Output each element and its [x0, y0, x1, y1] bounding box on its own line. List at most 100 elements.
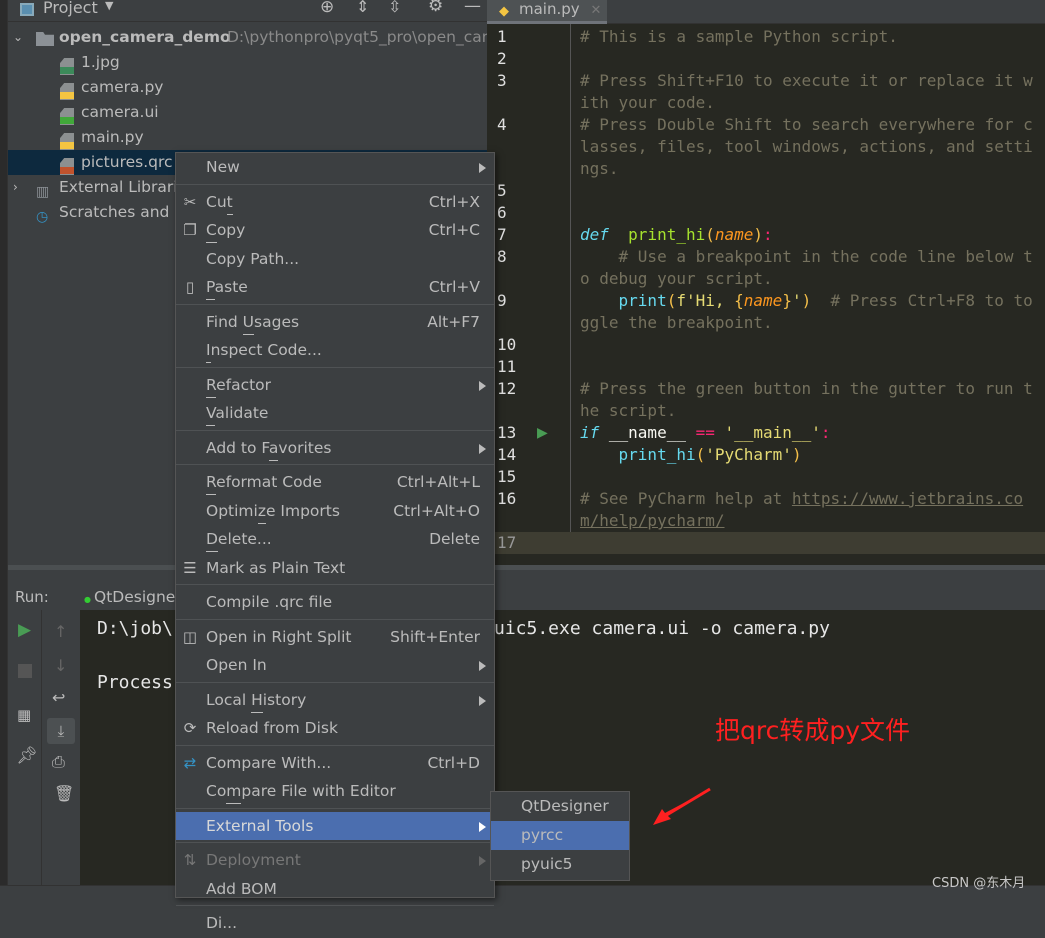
- menu-item-open-in[interactable]: Open In: [176, 651, 494, 680]
- menu-item-copy[interactable]: ❐ Copy Ctrl+C: [176, 216, 494, 245]
- menu-item-refactor[interactable]: Refactor: [176, 371, 494, 400]
- line-number: 6: [497, 203, 507, 222]
- menu-item-delete[interactable]: Delete... Delete: [176, 525, 494, 554]
- menu-item-compare-file-with-editor[interactable]: Compare File with Editor: [176, 777, 494, 806]
- menu-item-label: Compare With...: [206, 753, 332, 772]
- rerun-icon[interactable]: ▶: [18, 620, 31, 640]
- code-line: 17: [487, 532, 1045, 554]
- down-arrow-icon[interactable]: ↓: [54, 656, 67, 675]
- tree-item-label: open_camera_demo: [59, 28, 231, 46]
- run-gutter-icon[interactable]: ▶: [537, 422, 548, 444]
- panel-splitter[interactable]: [8, 565, 1045, 585]
- menu-item-open-in-right-split[interactable]: ◫ Open in Right Split Shift+Enter: [176, 623, 494, 652]
- chevron-right-icon[interactable]: ›: [13, 175, 18, 200]
- code-line: 11: [487, 356, 1045, 378]
- trash-icon[interactable]: 🗑︎: [54, 784, 74, 803]
- menu-item-cut[interactable]: ✂ Cut Ctrl+X: [176, 188, 494, 217]
- menu-item-reload-from-disk[interactable]: ⟳ Reload from Disk: [176, 714, 494, 743]
- tree-item[interactable]: ⌄ open_camera_demo D:\pythonpro\pyqt5_pro\…: [8, 25, 574, 50]
- chevron-down-icon[interactable]: ▼: [105, 0, 113, 12]
- code-line-text: # Use a breakpoint in the code line belo…: [580, 247, 1033, 288]
- menu-item-label: New: [206, 158, 240, 176]
- editor-tab-bar: ◆ main.py ✕: [487, 0, 1045, 24]
- menu-item-add-bom[interactable]: Add BOM: [176, 875, 494, 904]
- image-file-icon: [60, 58, 74, 75]
- menu-item-label: Validate: [206, 404, 268, 426]
- print-icon[interactable]: ⎙: [52, 752, 65, 772]
- menu-item-find-usages[interactable]: Find Usages Alt+F7: [176, 308, 494, 337]
- code-area[interactable]: 1 # This is a sample Python script. 2 3 # Pr…: [487, 26, 1045, 554]
- menu-item-label: Open in Right Split: [206, 627, 352, 646]
- submenu-item-pyrcc[interactable]: pyrcc: [491, 821, 629, 850]
- run-config-tab[interactable]: QtDesigner: [94, 585, 182, 610]
- submenu-item-pyuic5[interactable]: pyuic5: [491, 850, 629, 879]
- annotation-text: 把qrc转成py文件: [715, 716, 911, 745]
- locate-icon[interactable]: ⊕: [320, 0, 334, 17]
- project-view-icon: [20, 3, 34, 16]
- project-view-dropdown[interactable]: Project: [43, 0, 98, 17]
- code-line-text: print(f'Hi, {name}') # Press Ctrl+F8 to …: [580, 291, 1033, 332]
- collapse-all-icon[interactable]: ⇳: [388, 0, 401, 16]
- menu-item-add-to-favorites[interactable]: Add to Favorites: [176, 434, 494, 463]
- mnemonic-underline: [251, 711, 263, 713]
- stop-icon[interactable]: [18, 664, 32, 678]
- menu-item-label: Compare File with Editor: [206, 782, 396, 804]
- tree-item-label: pictures.qrc: [81, 153, 173, 171]
- menu-item-compile-qrc-file[interactable]: Compile .qrc file: [176, 588, 494, 617]
- layout-icon[interactable]: ▦: [17, 706, 31, 724]
- code-line-text: if __name__ == '__main__':: [580, 423, 831, 442]
- menu-item-inspect-code[interactable]: Inspect Code...: [176, 336, 494, 365]
- console-line-1-cont: uic5.exe camera.ui -o camera.py: [494, 618, 830, 639]
- menu-item-optimize-imports[interactable]: Optimize Imports Ctrl+Alt+O: [176, 497, 494, 526]
- menu-item-label: Reload from Disk: [206, 719, 338, 737]
- minimize-icon[interactable]: —: [464, 0, 481, 16]
- close-icon[interactable]: ✕: [590, 3, 601, 18]
- line-number: 9: [497, 291, 507, 310]
- mnemonic-underline: [268, 459, 279, 461]
- menu-item-shortcut: Ctrl+Alt+O: [393, 501, 480, 520]
- compare-icon: ⇄: [183, 753, 197, 772]
- tree-item[interactable]: main.py: [8, 125, 487, 150]
- menu-item-di[interactable]: Di...: [176, 909, 494, 938]
- tab-main-py[interactable]: ◆ main.py ✕: [487, 0, 607, 24]
- gear-icon[interactable]: ⚙: [428, 0, 443, 16]
- code-line: 12 # Press the green button in the gutter…: [487, 378, 1045, 422]
- menu-item-copy-path[interactable]: Copy Path...: [176, 245, 494, 274]
- pin-icon[interactable]: 📌︎: [16, 746, 38, 766]
- tree-item[interactable]: camera.ui: [8, 100, 487, 125]
- submenu-item-qtdesigner[interactable]: QtDesigner: [491, 792, 629, 821]
- chevron-down-icon[interactable]: ⌄: [13, 25, 23, 50]
- menu-item-label: Mark as Plain Text: [206, 558, 346, 577]
- tree-item[interactable]: camera.py: [8, 75, 487, 100]
- code-line-text: # Press Double Shift to search everywher…: [580, 115, 1033, 178]
- scissors-icon: ✂: [183, 192, 197, 211]
- tree-item[interactable]: 1.jpg: [8, 50, 487, 75]
- menu-item-reformat-code[interactable]: Reformat Code Ctrl+Alt+L: [176, 468, 494, 497]
- menu-item-new[interactable]: New: [176, 153, 494, 182]
- line-number: 17: [497, 533, 517, 552]
- code-line-text: # This is a sample Python script.: [580, 27, 898, 46]
- qt-file-icon: [60, 108, 74, 125]
- up-arrow-icon[interactable]: ↑: [54, 622, 67, 641]
- code-line: 2: [487, 48, 1045, 70]
- scroll-to-end-icon[interactable]: ⤓: [47, 718, 75, 744]
- menu-item-shortcut: Alt+F7: [427, 312, 480, 331]
- menu-item-external-tools[interactable]: External Tools: [176, 811, 494, 840]
- menu-item-paste[interactable]: ▯ Paste Ctrl+V: [176, 273, 494, 302]
- line-number: 3: [497, 71, 507, 90]
- menu-item-mark-as-plain-text[interactable]: ☰ Mark as Plain Text: [176, 554, 494, 583]
- line-number: 15: [497, 467, 517, 486]
- mnemonic-underline: [226, 213, 233, 215]
- run-label: Run:: [15, 588, 49, 606]
- expand-all-icon[interactable]: ⇕: [356, 0, 369, 16]
- menu-item-local-history[interactable]: Local History: [176, 686, 494, 715]
- menu-item-validate[interactable]: Validate: [176, 399, 494, 428]
- menu-item-deployment[interactable]: ⇅ Deployment: [176, 846, 494, 875]
- mnemonic-underline: [206, 362, 211, 363]
- submenu-arrow-icon: [479, 661, 486, 671]
- menu-item-compare-with[interactable]: ⇄ Compare With... Ctrl+D: [176, 749, 494, 778]
- soft-wrap-icon[interactable]: ↩: [52, 688, 65, 707]
